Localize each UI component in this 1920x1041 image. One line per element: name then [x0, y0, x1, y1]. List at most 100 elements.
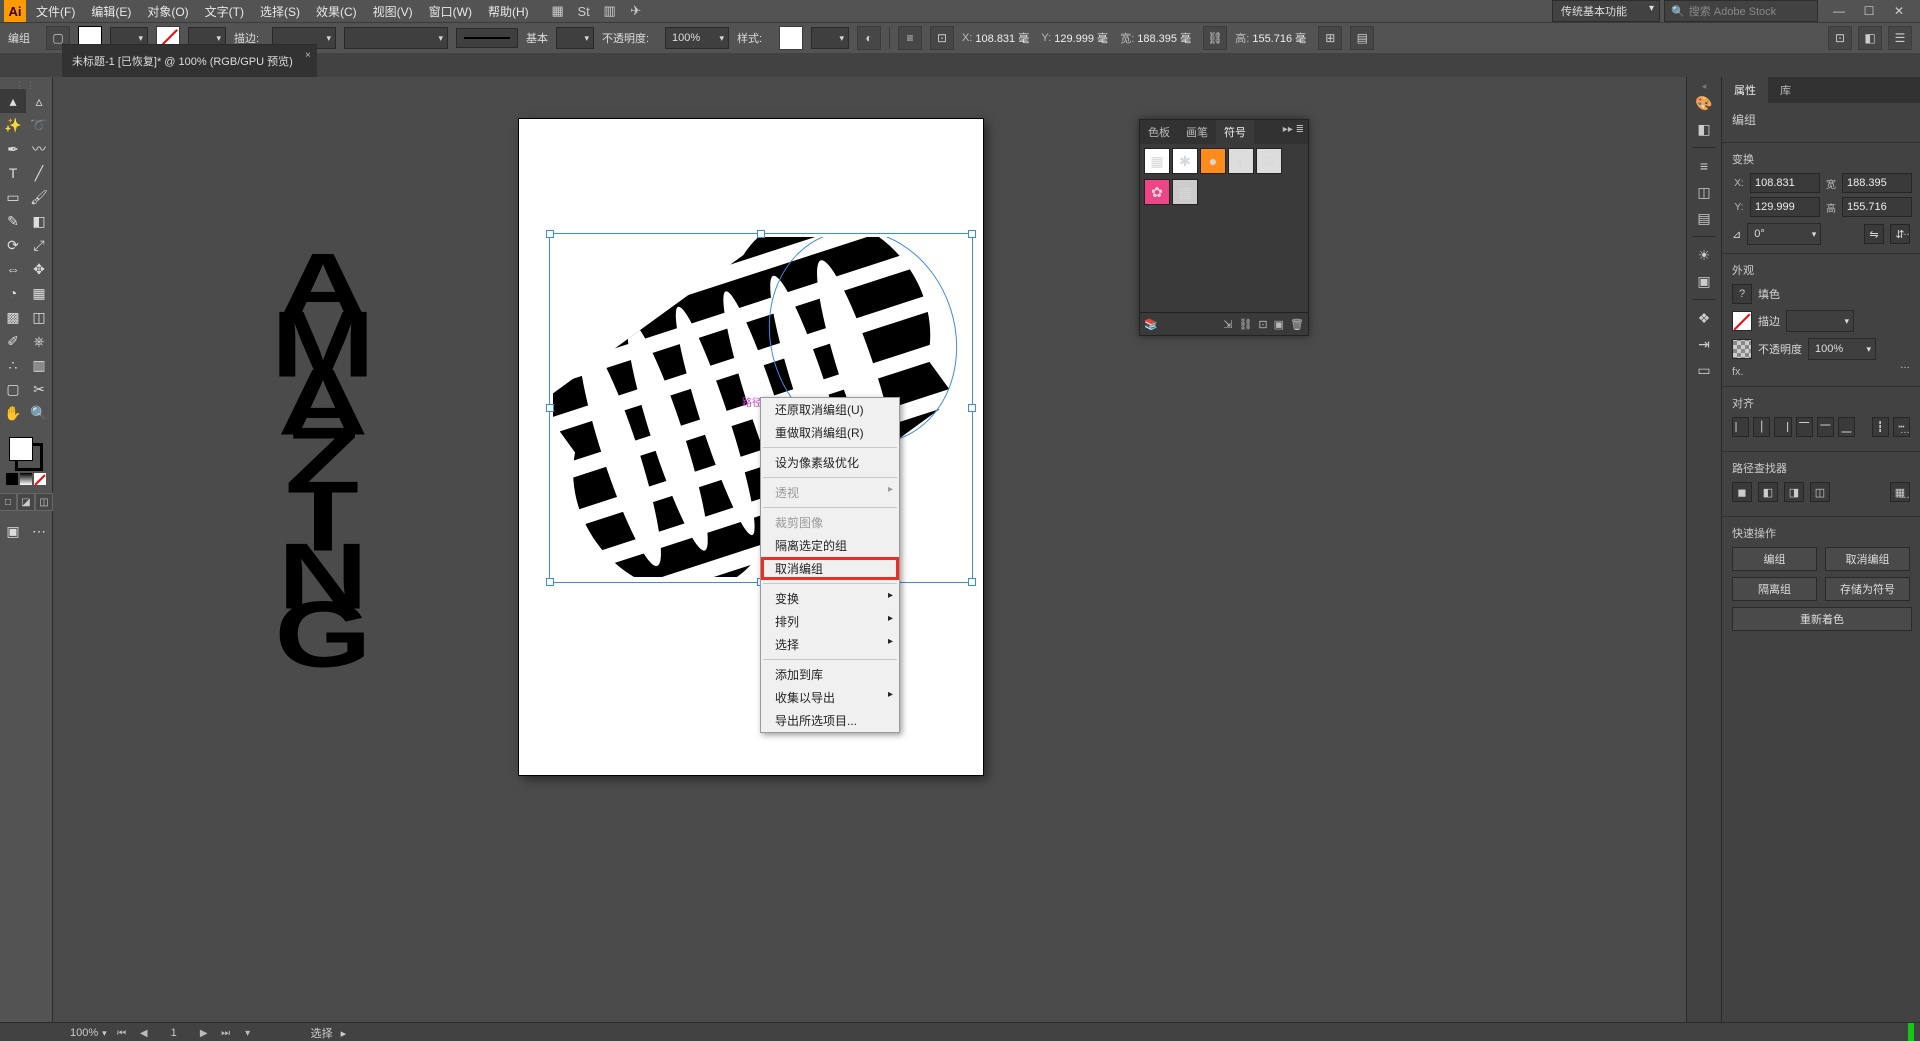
qa-ungroup[interactable]: 取消编组: [1825, 547, 1910, 571]
asset-export-icon[interactable]: ⇥: [1692, 332, 1716, 356]
fill-swatch-prop[interactable]: ?: [1732, 284, 1752, 304]
x-value[interactable]: 108.831 毫: [975, 30, 1033, 46]
prop-h-input[interactable]: [1842, 197, 1912, 217]
layers-panel-icon[interactable]: ❖: [1692, 306, 1716, 330]
prop-x-input[interactable]: [1750, 173, 1820, 193]
handle-bl[interactable]: [546, 578, 554, 586]
qa-save-symbol[interactable]: 存储为符号: [1825, 577, 1910, 601]
draw-normal[interactable]: □: [0, 493, 17, 511]
color-mode-none[interactable]: [34, 473, 46, 485]
stock-search[interactable]: 🔍 搜索 Adobe Stock: [1664, 0, 1818, 22]
window-minimize[interactable]: —: [1828, 3, 1850, 19]
prop-y-input[interactable]: [1750, 197, 1820, 217]
transform-ref-icon[interactable]: ⊡: [930, 26, 954, 50]
eraser-tool[interactable]: ◧: [26, 209, 52, 233]
ctx-arrange[interactable]: 排列: [761, 610, 899, 633]
opacity-value[interactable]: 100%: [665, 27, 729, 49]
symbol-sprayer-tool[interactable]: ∴: [0, 353, 26, 377]
tab-close-icon[interactable]: ×: [305, 50, 311, 61]
ctx-pixel-perfect[interactable]: 设为像素级优化: [761, 451, 899, 474]
pf-exclude[interactable]: ◫: [1810, 482, 1830, 502]
draw-behind[interactable]: ◪: [17, 493, 35, 511]
tab-properties[interactable]: 属性: [1722, 77, 1768, 103]
status-dropdown-icon[interactable]: ▸: [341, 1027, 347, 1040]
graph-tool[interactable]: ▥: [26, 353, 52, 377]
opacity-swatch[interactable]: [1732, 339, 1752, 359]
window-maximize[interactable]: ☐: [1858, 3, 1880, 19]
pf-intersect[interactable]: ◨: [1784, 482, 1804, 502]
handle-br[interactable]: [968, 578, 976, 586]
qa-group[interactable]: 编组: [1732, 547, 1817, 571]
line-tool[interactable]: ╱: [26, 161, 52, 185]
menu-file[interactable]: 文件(F): [30, 1, 81, 22]
graphic-style-dropdown[interactable]: [811, 27, 849, 49]
panel-tab-brushes[interactable]: 画笔: [1178, 120, 1216, 144]
hand-tool[interactable]: ✋: [0, 401, 26, 425]
stock-icon[interactable]: St: [575, 2, 593, 20]
color-mode-solid[interactable]: [6, 473, 18, 485]
w-value[interactable]: 188.395 毫: [1137, 30, 1195, 46]
width-tool[interactable]: ⇔: [0, 257, 26, 281]
ctx-transform[interactable]: 变换: [761, 587, 899, 610]
opacity-value-prop[interactable]: 100%: [1808, 338, 1876, 360]
snap-icon[interactable]: ◧: [1858, 26, 1882, 50]
zoom-dropdown-icon[interactable]: ▾: [102, 1028, 107, 1039]
y-value[interactable]: 129.999 毫: [1054, 30, 1112, 46]
canvas-area[interactable]: A M A Z I N G: [53, 77, 1686, 1022]
magic-wand-tool[interactable]: ✨: [0, 113, 26, 137]
menu-window[interactable]: 窗口(W): [423, 1, 478, 22]
scale-tool[interactable]: ⤢: [26, 233, 52, 257]
color-mode-gradient[interactable]: [20, 473, 32, 485]
qa-recolor[interactable]: 重新着色: [1732, 607, 1912, 631]
align-bottom[interactable]: ⎽: [1838, 417, 1855, 437]
prefs-icon[interactable]: ☰: [1888, 26, 1912, 50]
align-panel-icon[interactable]: ≡: [898, 26, 922, 50]
direct-selection-tool[interactable]: ▵: [26, 89, 52, 113]
symbol-delete-icon[interactable]: 🗑: [1290, 318, 1304, 331]
menu-effect[interactable]: 效果(C): [310, 1, 363, 22]
prop-w-input[interactable]: [1842, 173, 1912, 193]
nav-first[interactable]: ⏮: [115, 1028, 129, 1039]
align-left[interactable]: ⎸: [1732, 417, 1749, 437]
selection-tool[interactable]: ▴: [0, 89, 26, 113]
align-vcenter[interactable]: ⎻: [1817, 417, 1834, 437]
rotate-tool[interactable]: ⟳: [0, 233, 26, 257]
graphic-styles-icon[interactable]: ▣: [1692, 269, 1716, 293]
stroke-panel-icon[interactable]: ≡: [1692, 154, 1716, 178]
ctx-add-to-library[interactable]: 添加到库: [761, 663, 899, 686]
stroke-profile-dropdown[interactable]: [344, 27, 448, 49]
screen-mode[interactable]: ▣: [0, 519, 26, 543]
panel-tab-symbols[interactable]: 符号: [1216, 120, 1254, 144]
flip-h-icon[interactable]: ⇋: [1864, 224, 1884, 244]
appearance-more-icon[interactable]: …: [1900, 360, 1912, 371]
menu-type[interactable]: 文字(T): [199, 1, 250, 22]
symbol-options-icon[interactable]: ⊡: [1258, 318, 1267, 331]
nav-next[interactable]: ▶: [197, 1028, 211, 1039]
handle-l[interactable]: [546, 404, 554, 412]
transparency-panel-icon[interactable]: ▤: [1692, 206, 1716, 230]
envelope-icon[interactable]: ▤: [1350, 26, 1374, 50]
transform-more-icon[interactable]: …: [1900, 227, 1912, 238]
ctx-redo-ungroup[interactable]: 重做取消编组(R): [761, 421, 899, 444]
qa-isolate[interactable]: 隔离组: [1732, 577, 1817, 601]
document-tab[interactable]: 未标题-1 [已恢复]* @ 100% (RGB/GPU 预览) ×: [62, 44, 317, 77]
nav-last[interactable]: ⏭: [219, 1028, 233, 1039]
workspace-switcher[interactable]: 传统基本功能: [1552, 0, 1660, 22]
nav-prev[interactable]: ◀: [137, 1028, 151, 1039]
recolor-icon[interactable]: ◐: [857, 26, 881, 50]
slice-tool[interactable]: ✂: [26, 377, 52, 401]
menu-object[interactable]: 对象(O): [141, 1, 194, 22]
perspective-tool[interactable]: ▦: [26, 281, 52, 305]
color-panel-icon[interactable]: 🎨: [1692, 91, 1716, 115]
shape-builder-tool[interactable]: ◔: [0, 281, 26, 305]
align-right[interactable]: ⎹: [1774, 417, 1791, 437]
handle-t[interactable]: [757, 230, 765, 238]
isolate-icon[interactable]: ⊡: [1828, 26, 1852, 50]
handle-tr[interactable]: [968, 230, 976, 238]
h-value[interactable]: 155.716 毫: [1252, 30, 1310, 46]
fill-color-box[interactable]: [9, 437, 33, 461]
stroke-weight-prop[interactable]: [1786, 310, 1854, 332]
symbol-4[interactable]: ◐: [1228, 148, 1254, 174]
rectangle-tool[interactable]: ▭: [0, 185, 26, 209]
symbol-3[interactable]: ●: [1200, 148, 1226, 174]
